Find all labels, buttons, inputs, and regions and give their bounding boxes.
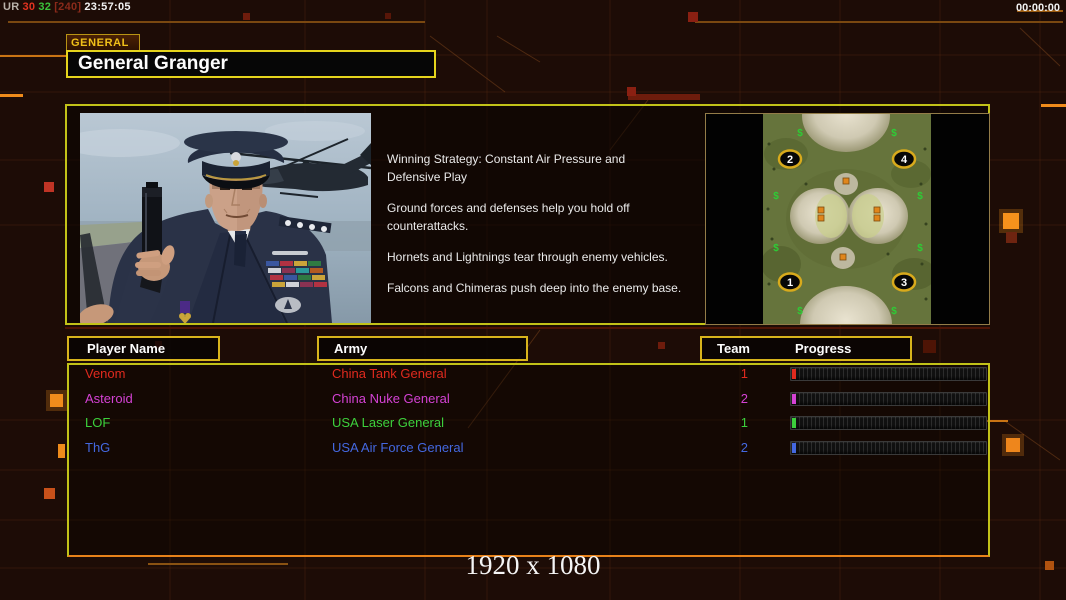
team-cell: 2 xyxy=(740,440,748,455)
debug-stats: UR 30 32 [240] 23:57:05 xyxy=(3,1,134,13)
player-name-cell: Venom xyxy=(85,366,126,381)
column-header-team-progress: Team Progress xyxy=(700,336,912,361)
strategy-paragraph: Winning Strategy: Constant Air Pressure … xyxy=(387,152,626,184)
column-header-army: Army xyxy=(317,336,528,361)
resolution-watermark: 1920 x 1080 xyxy=(465,550,601,580)
supply-dock-marker: $ xyxy=(891,306,897,317)
player-name-cell: Asteroid xyxy=(85,391,133,406)
general-portrait-image xyxy=(60,113,372,326)
supply-dock-marker: $ xyxy=(917,243,923,254)
progress-fill xyxy=(792,418,796,428)
debug-clock: 23:57:05 xyxy=(84,1,131,13)
loading-screen: UR 30 32 [240] 23:57:05 00:00:00 GENERAL Gen… xyxy=(0,0,1066,600)
progress-bar xyxy=(790,416,987,430)
debug-bracket-value: [240] xyxy=(54,1,82,13)
supply-dock-marker: $ xyxy=(773,191,779,202)
svg-text:3: 3 xyxy=(901,277,907,289)
debug-label: UR xyxy=(3,1,20,13)
supply-dock-marker: $ xyxy=(797,128,803,139)
progress-fill xyxy=(792,443,796,453)
strategy-paragraph: Ground forces and defenses help you hold… xyxy=(387,201,630,233)
svg-text:1: 1 xyxy=(787,277,793,289)
player-row: Asteroid China Nuke General 2 xyxy=(0,391,1066,411)
progress-bar xyxy=(790,367,987,381)
debug-count: 32 xyxy=(38,1,52,13)
progress-fill xyxy=(792,369,796,379)
map-preview: 2 4 1 3 $ $ $ $ $ $ $ $ xyxy=(705,113,990,325)
start-position-marker: 2 xyxy=(777,149,803,169)
team-cell: 1 xyxy=(740,415,748,430)
team-cell: 2 xyxy=(740,391,748,406)
start-position-marker: 4 xyxy=(891,149,917,169)
army-cell: China Nuke General xyxy=(332,391,450,406)
army-cell: China Tank General xyxy=(332,366,447,381)
progress-bar xyxy=(790,441,987,455)
column-header-progress: Progress xyxy=(795,341,852,356)
start-position-marker: 1 xyxy=(777,272,803,292)
supply-dock-marker: $ xyxy=(797,306,803,317)
player-name-cell: ThG xyxy=(85,440,111,455)
player-row: ThG USA Air Force General 2 xyxy=(0,440,1066,460)
player-row: LOF USA Laser General 1 xyxy=(0,415,1066,435)
start-position-marker: 3 xyxy=(891,272,917,292)
strategy-paragraph: Hornets and Lightnings tear through enem… xyxy=(387,250,668,264)
supply-dock-marker: $ xyxy=(773,243,779,254)
supply-dock-marker: $ xyxy=(917,191,923,202)
army-cell: USA Air Force General xyxy=(332,440,464,455)
progress-fill xyxy=(792,394,796,404)
column-header-team: Team xyxy=(717,341,750,356)
svg-text:2: 2 xyxy=(787,154,793,166)
supply-dock-marker: $ xyxy=(891,128,897,139)
strategy-text: Winning Strategy: Constant Air Pressure … xyxy=(387,150,689,310)
player-name-cell: LOF xyxy=(85,415,111,430)
progress-bar xyxy=(790,392,987,406)
general-portrait xyxy=(60,113,372,326)
svg-text:4: 4 xyxy=(901,154,908,166)
strategy-paragraph: Falcons and Chimeras push deep into the … xyxy=(387,281,682,295)
team-cell: 1 xyxy=(740,366,748,381)
map-preview-image: 2 4 1 3 $ $ $ $ $ $ $ $ xyxy=(706,114,989,324)
debug-fps: 30 xyxy=(22,1,36,13)
column-header-player-name: Player Name xyxy=(67,336,220,361)
general-tab-label: GENERAL xyxy=(66,34,140,50)
general-name-plate: General Granger xyxy=(66,50,436,78)
match-timer: 00:00:00 xyxy=(1015,2,1060,14)
army-cell: USA Laser General xyxy=(332,415,445,430)
player-row: Venom China Tank General 1 xyxy=(0,366,1066,386)
